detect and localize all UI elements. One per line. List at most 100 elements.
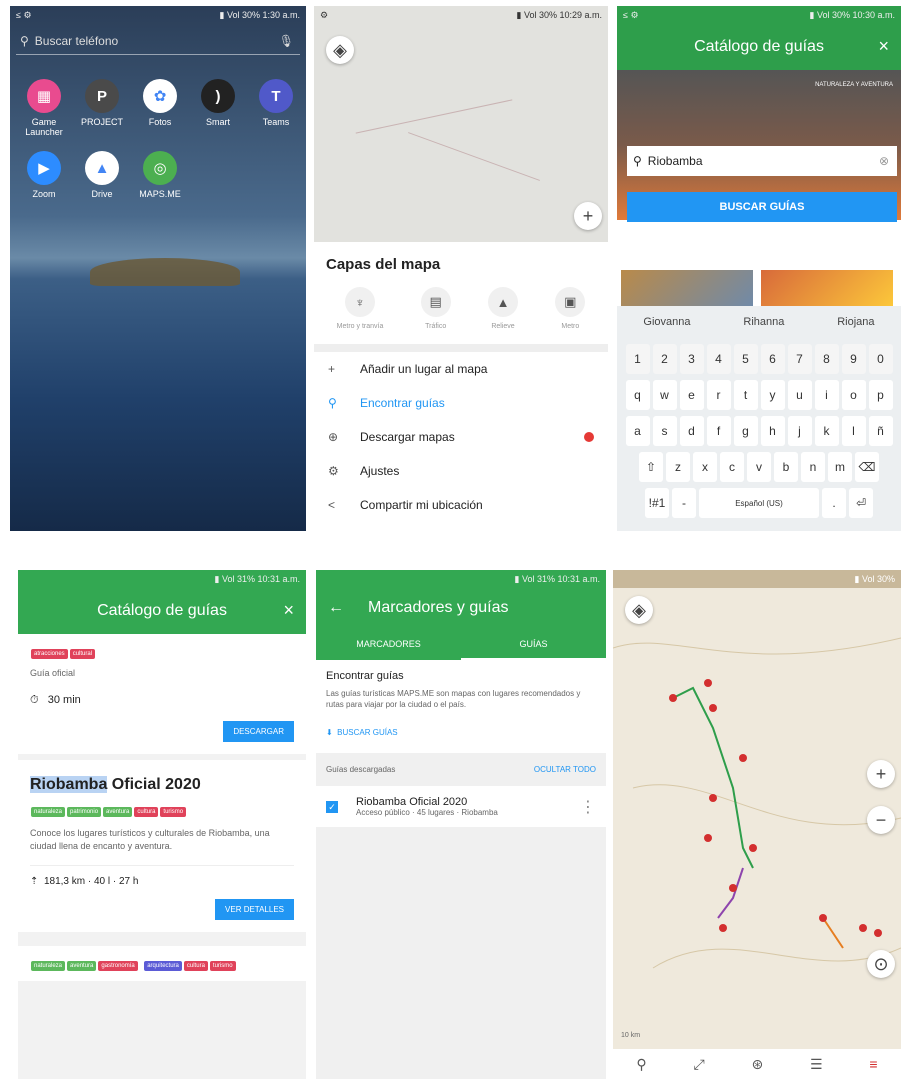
app-icon-2[interactable]: ✿ Fotos (134, 79, 186, 137)
app-icon-1[interactable]: P PROJECT (76, 79, 128, 137)
keyboard-key[interactable]: ⌫ (855, 452, 879, 482)
keyboard-key[interactable]: !#1 (645, 488, 669, 518)
next-guide-card[interactable]: naturaleza aventura gastronomía arquitectu… (18, 946, 306, 981)
keyboard-key[interactable]: a (625, 416, 650, 446)
clear-icon[interactable]: ⊗ (879, 154, 889, 168)
keyboard-key[interactable]: 4 (706, 344, 731, 374)
phone-search-bar[interactable]: ⚲ Buscar teléfono 🎙 (16, 28, 300, 55)
app-icon-3[interactable]: ) Smart (192, 79, 244, 137)
keyboard-suggestion[interactable]: Giovanna (643, 316, 690, 328)
keyboard-key[interactable]: 0 (868, 344, 893, 374)
keyboard-key[interactable]: 9 (841, 344, 866, 374)
app-grid: ▦ Game Launcher P PROJECT ✿ Fotos) Smart T Teams… (10, 59, 306, 219)
keyboard-key[interactable]: f (706, 416, 731, 446)
mic-icon[interactable]: 🎙 (279, 34, 294, 48)
keyboard-key[interactable]: y (760, 380, 785, 410)
keyboard-key[interactable]: 6 (760, 344, 785, 374)
my-location-button[interactable]: ⊙ (867, 950, 895, 978)
app-label: PROJECT (80, 117, 123, 127)
discovery-icon[interactable]: ⊛ (752, 1056, 764, 1073)
menu-item[interactable]: < Compartir mi ubicación (314, 488, 608, 522)
app-bar: Catálogo de guías × (617, 24, 901, 70)
keyboard-key[interactable]: . (822, 488, 846, 518)
keyboard-key[interactable]: ⏎ (849, 488, 873, 518)
guide-search-input[interactable]: ⚲ Riobamba ⊗ (627, 146, 897, 176)
keyboard-key[interactable]: j (787, 416, 812, 446)
keyboard-key[interactable]: u (787, 380, 812, 410)
keyboard-key[interactable]: 8 (814, 344, 839, 374)
downloaded-guide-row[interactable]: ✓ Riobamba Oficial 2020 Acceso público ·… (316, 786, 606, 827)
hide-all-button[interactable]: OCULTAR TODO (534, 765, 596, 774)
search-icon[interactable]: ⚲ (636, 1056, 646, 1073)
menu-item[interactable]: ⚙ Ajustes (314, 454, 608, 488)
keyboard-suggestion[interactable]: Riojana (837, 316, 874, 328)
zoom-in-button[interactable]: + (574, 202, 602, 230)
layer-option[interactable]: ▲ Relieve (488, 287, 518, 330)
bookmarks-icon[interactable]: ☰ (810, 1056, 823, 1073)
close-icon[interactable]: × (283, 600, 294, 621)
zoom-in-button[interactable]: + (867, 760, 895, 788)
menu-item[interactable]: ⊕ Descargar mapas (314, 420, 608, 454)
keyboard-key[interactable]: n (801, 452, 825, 482)
keyboard-key[interactable]: g (733, 416, 758, 446)
keyboard-key[interactable]: 7 (787, 344, 812, 374)
app-icon-6[interactable]: ▲ Drive (76, 151, 128, 199)
keyboard-key[interactable]: b (774, 452, 798, 482)
keyboard-key[interactable]: Español (US) (699, 488, 819, 518)
keyboard-key[interactable]: d (679, 416, 704, 446)
layers-button[interactable]: ◈ (625, 596, 653, 624)
keyboard-key[interactable]: r (706, 380, 731, 410)
layer-option[interactable]: ▤ Tráfico (420, 287, 451, 330)
layer-option[interactable]: ♆ Metro y tranvía (337, 287, 383, 330)
route-icon[interactable]: ⤢ (693, 1056, 704, 1073)
menu-icon[interactable]: ≡ (869, 1056, 877, 1072)
keyboard-key[interactable]: 2 (652, 344, 677, 374)
keyboard-key[interactable]: e (679, 380, 704, 410)
keyboard-key[interactable]: 1 (625, 344, 650, 374)
keyboard-key[interactable]: l (841, 416, 866, 446)
guide-card[interactable]: Riobamba Oficial 2020 naturaleza patrimon… (18, 760, 306, 932)
app-icon-5[interactable]: ▶ Zoom (18, 151, 70, 199)
app-icon-0[interactable]: ▦ Game Launcher (18, 79, 70, 137)
more-options-icon[interactable]: ⋮ (580, 797, 596, 817)
keyboard-key[interactable]: 5 (733, 344, 758, 374)
download-button[interactable]: DESCARGAR (223, 721, 294, 742)
keyboard-suggestion[interactable]: Rihanna (743, 316, 784, 328)
keyboard-key[interactable]: s (652, 416, 677, 446)
zoom-out-button[interactable]: − (867, 806, 895, 834)
menu-item[interactable]: + Añadir un lugar al mapa (314, 352, 608, 386)
keyboard-key[interactable]: k (814, 416, 839, 446)
keyboard-key[interactable]: x (693, 452, 717, 482)
keyboard-key[interactable]: z (666, 452, 690, 482)
find-guides-link[interactable]: ⬇ BUSCAR GUÍAS (326, 728, 596, 737)
keyboard-key[interactable]: p (868, 380, 893, 410)
menu-item[interactable]: ⚲ Encontrar guías (314, 386, 608, 420)
back-arrow-icon[interactable]: ← (328, 599, 344, 617)
keyboard-key[interactable]: ⇧ (639, 452, 663, 482)
app-icon-4[interactable]: T Teams (250, 79, 302, 137)
details-button[interactable]: VER DETALLES (215, 899, 294, 920)
search-guides-button[interactable]: BUSCAR GUÍAS (627, 192, 897, 222)
keyboard-key[interactable]: c (720, 452, 744, 482)
keyboard-key[interactable]: o (841, 380, 866, 410)
keyboard-key[interactable]: m (828, 452, 852, 482)
app-icon-7[interactable]: ◎ MAPS.ME (134, 151, 186, 199)
keyboard-key[interactable]: t (733, 380, 758, 410)
keyboard-key[interactable]: 3 (679, 344, 704, 374)
keyboard-key[interactable]: w (652, 380, 677, 410)
keyboard-key[interactable]: - (672, 488, 696, 518)
close-icon[interactable]: × (878, 36, 889, 57)
app-glyph-icon: ) (201, 79, 235, 113)
keyboard-key[interactable]: i (814, 380, 839, 410)
layers-button[interactable]: ◈ (326, 36, 354, 64)
route-map-panel[interactable]: ▮ Vol 30% ◈ + − ⊙ 10 km ⚲ ⤢ ⊛ ☰ ≡ (613, 570, 901, 1079)
checkbox[interactable]: ✓ (326, 800, 338, 813)
tab-bookmarks[interactable]: MARCADORES (316, 628, 461, 660)
keyboard-key[interactable]: v (747, 452, 771, 482)
map-view[interactable]: ⚙ ▮ Vol 30% 10:29 a.m. ◈ + (314, 6, 608, 242)
keyboard-key[interactable]: ñ (868, 416, 893, 446)
keyboard-key[interactable]: h (760, 416, 785, 446)
layer-option[interactable]: ▣ Metro (555, 287, 586, 330)
tab-guides[interactable]: GUÍAS (461, 628, 606, 660)
keyboard-key[interactable]: q (625, 380, 650, 410)
